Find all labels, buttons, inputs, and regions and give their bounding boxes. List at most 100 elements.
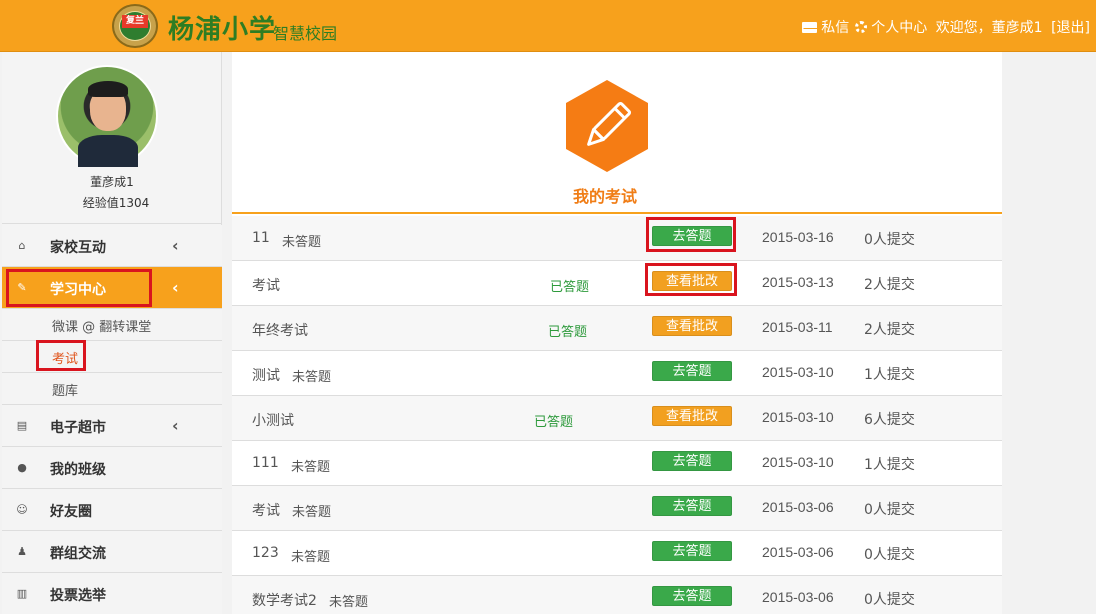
- exam-date: 2015-03-10: [762, 454, 834, 470]
- table-row: 考试 已答题 查看批改 2015-03-13 2人提交: [232, 261, 1002, 306]
- mail-icon[interactable]: [802, 21, 818, 33]
- sidebar-item-home-school[interactable]: ⌂ 家校互动 ‹: [2, 225, 222, 267]
- exam-name: 考试: [252, 278, 280, 294]
- main-panel: 我的考试 11 未答题 去答题 2015-03-16 0人提交 考试 已答题 查看批改 2015…: [232, 52, 1002, 614]
- avatar-hair: [88, 81, 128, 97]
- school-logo[interactable]: 复兰: [112, 4, 158, 48]
- chevron-left-icon: ‹: [172, 416, 179, 435]
- answer-button[interactable]: 去答题: [652, 586, 732, 606]
- submission-count: 1人提交: [864, 367, 915, 383]
- view-grading-button[interactable]: 查看批改: [652, 316, 732, 336]
- exam-name: 测试: [252, 368, 280, 384]
- exam-status: 已答题: [548, 325, 588, 340]
- table-row: 考试 未答题 去答题 2015-03-06 0人提交: [232, 486, 1002, 531]
- table-row: 测试 未答题 去答题 2015-03-10 1人提交: [232, 351, 1002, 396]
- sidebar-item-label: 电子超市: [50, 420, 106, 436]
- home-icon: ⌂: [18, 239, 26, 252]
- exam-date: 2015-03-13: [762, 274, 834, 290]
- exam-date: 2015-03-11: [762, 319, 833, 335]
- answer-button[interactable]: 去答题: [652, 496, 732, 516]
- sidebar-subitem-label: 题库: [52, 384, 79, 399]
- highlight-box: [645, 263, 737, 296]
- exam-date: 2015-03-06: [762, 544, 834, 560]
- welcome-text: 欢迎您，董彦成1: [935, 20, 1043, 36]
- sidebar: 董彦成1 经验值1304 ⌂ 家校互动 ‹ ✎ 学习中心 ‹ 微课 @ 翻转课堂…: [2, 52, 222, 614]
- exam-status: 未答题: [282, 235, 322, 250]
- exam-name: 考试: [252, 503, 280, 519]
- exam-name: 数学考试2: [252, 593, 317, 609]
- profile-card: 董彦成1 经验值1304: [2, 52, 222, 224]
- top-header: 复兰 杨浦小学 智慧校园 私信 个人中心 欢迎您，董彦成1 [退出]: [0, 0, 1096, 52]
- exam-status: 未答题: [291, 550, 331, 565]
- table-row: 小测试 已答题 查看批改 2015-03-10 6人提交: [232, 396, 1002, 441]
- submission-count: 2人提交: [864, 322, 915, 338]
- sidebar-item-group-chat[interactable]: ♟ 群组交流: [2, 531, 222, 573]
- submission-count: 0人提交: [864, 232, 915, 248]
- experience-points: 经验值1304: [82, 196, 150, 210]
- sidebar-subitem-exam[interactable]: 考试: [2, 341, 222, 373]
- exam-date: 2015-03-16: [762, 229, 834, 245]
- sidebar-item-vote[interactable]: ▥ 投票选举: [2, 573, 222, 614]
- exam-name: 123: [252, 545, 279, 561]
- sidebar-subitem-label: 微课 @ 翻转课堂: [52, 320, 152, 335]
- table-row: 111 未答题 去答题 2015-03-10 1人提交: [232, 441, 1002, 486]
- exam-name: 小测试: [252, 413, 294, 429]
- chevron-left-icon: ‹: [172, 278, 179, 297]
- pencil-hexagon-icon: [566, 80, 648, 172]
- exam-hero: 我的考试: [232, 52, 1002, 214]
- highlight-box: [646, 217, 736, 252]
- submission-count: 0人提交: [864, 547, 915, 563]
- exam-name: 年终考试: [252, 323, 308, 339]
- sidebar-item-market[interactable]: ▤ 电子超市 ‹: [2, 405, 222, 447]
- exam-name: 111: [252, 455, 279, 471]
- exam-name: 11: [252, 230, 270, 246]
- cart-icon: ▤: [16, 419, 28, 432]
- table-row: 年终考试 已答题 查看批改 2015-03-11 2人提交: [232, 306, 1002, 351]
- chart-icon: ▥: [16, 587, 28, 600]
- sidebar-subitem-question-bank[interactable]: 题库: [2, 373, 222, 405]
- exam-status: 未答题: [292, 505, 332, 520]
- exam-date: 2015-03-06: [762, 589, 834, 605]
- gear-icon[interactable]: [855, 21, 868, 33]
- table-row: 123 未答题 去答题 2015-03-06 0人提交: [232, 531, 1002, 576]
- submission-count: 0人提交: [864, 592, 915, 608]
- logout-link[interactable]: [退出]: [1051, 17, 1090, 37]
- sidebar-item-label: 群组交流: [50, 546, 106, 562]
- school-subtitle: 智慧校园: [273, 24, 338, 43]
- personal-center-link[interactable]: 个人中心: [871, 17, 927, 37]
- group-icon: ♟: [17, 545, 27, 558]
- exam-date: 2015-03-10: [762, 364, 834, 380]
- user-name: 董彦成1: [90, 175, 134, 189]
- logo-badge-text: 复兰: [122, 15, 148, 28]
- school-name: 杨浦小学: [168, 15, 277, 45]
- table-row: 11 未答题 去答题 2015-03-16 0人提交: [232, 216, 1002, 261]
- avatar[interactable]: [56, 65, 158, 167]
- message-link[interactable]: 私信: [821, 17, 849, 37]
- exam-date: 2015-03-06: [762, 499, 834, 515]
- sidebar-item-label: 家校互动: [50, 240, 106, 256]
- submission-count: 6人提交: [864, 412, 915, 428]
- table-row: 数学考试2 未答题 去答题 2015-03-06 0人提交: [232, 576, 1002, 614]
- exam-status: 已答题: [534, 415, 574, 430]
- answer-button[interactable]: 去答题: [652, 541, 732, 561]
- answer-button[interactable]: 去答题: [652, 451, 732, 471]
- sidebar-item-my-class[interactable]: ● 我的班级: [2, 447, 222, 489]
- highlight-box: [36, 340, 86, 371]
- exam-status: 未答题: [291, 460, 331, 475]
- sidebar-item-friends[interactable]: ☺ 好友圈: [2, 489, 222, 531]
- sidebar-item-label: 投票选举: [50, 588, 106, 604]
- page-title: 我的考试: [572, 187, 637, 206]
- user-icon: ●: [17, 461, 27, 474]
- view-grading-button[interactable]: 查看批改: [652, 406, 732, 426]
- exam-date: 2015-03-10: [762, 409, 834, 425]
- submission-count: 2人提交: [864, 277, 915, 293]
- smile-icon: ☺: [16, 503, 28, 516]
- exam-status: 未答题: [292, 370, 332, 385]
- submission-count: 0人提交: [864, 502, 915, 518]
- answer-button[interactable]: 去答题: [652, 361, 732, 381]
- sidebar-item-label: 好友圈: [50, 504, 92, 520]
- highlight-box: [6, 269, 152, 307]
- chevron-left-icon: ‹: [172, 236, 179, 255]
- avatar-shirt: [78, 135, 138, 167]
- sidebar-subitem-microclass[interactable]: 微课 @ 翻转课堂: [2, 309, 222, 341]
